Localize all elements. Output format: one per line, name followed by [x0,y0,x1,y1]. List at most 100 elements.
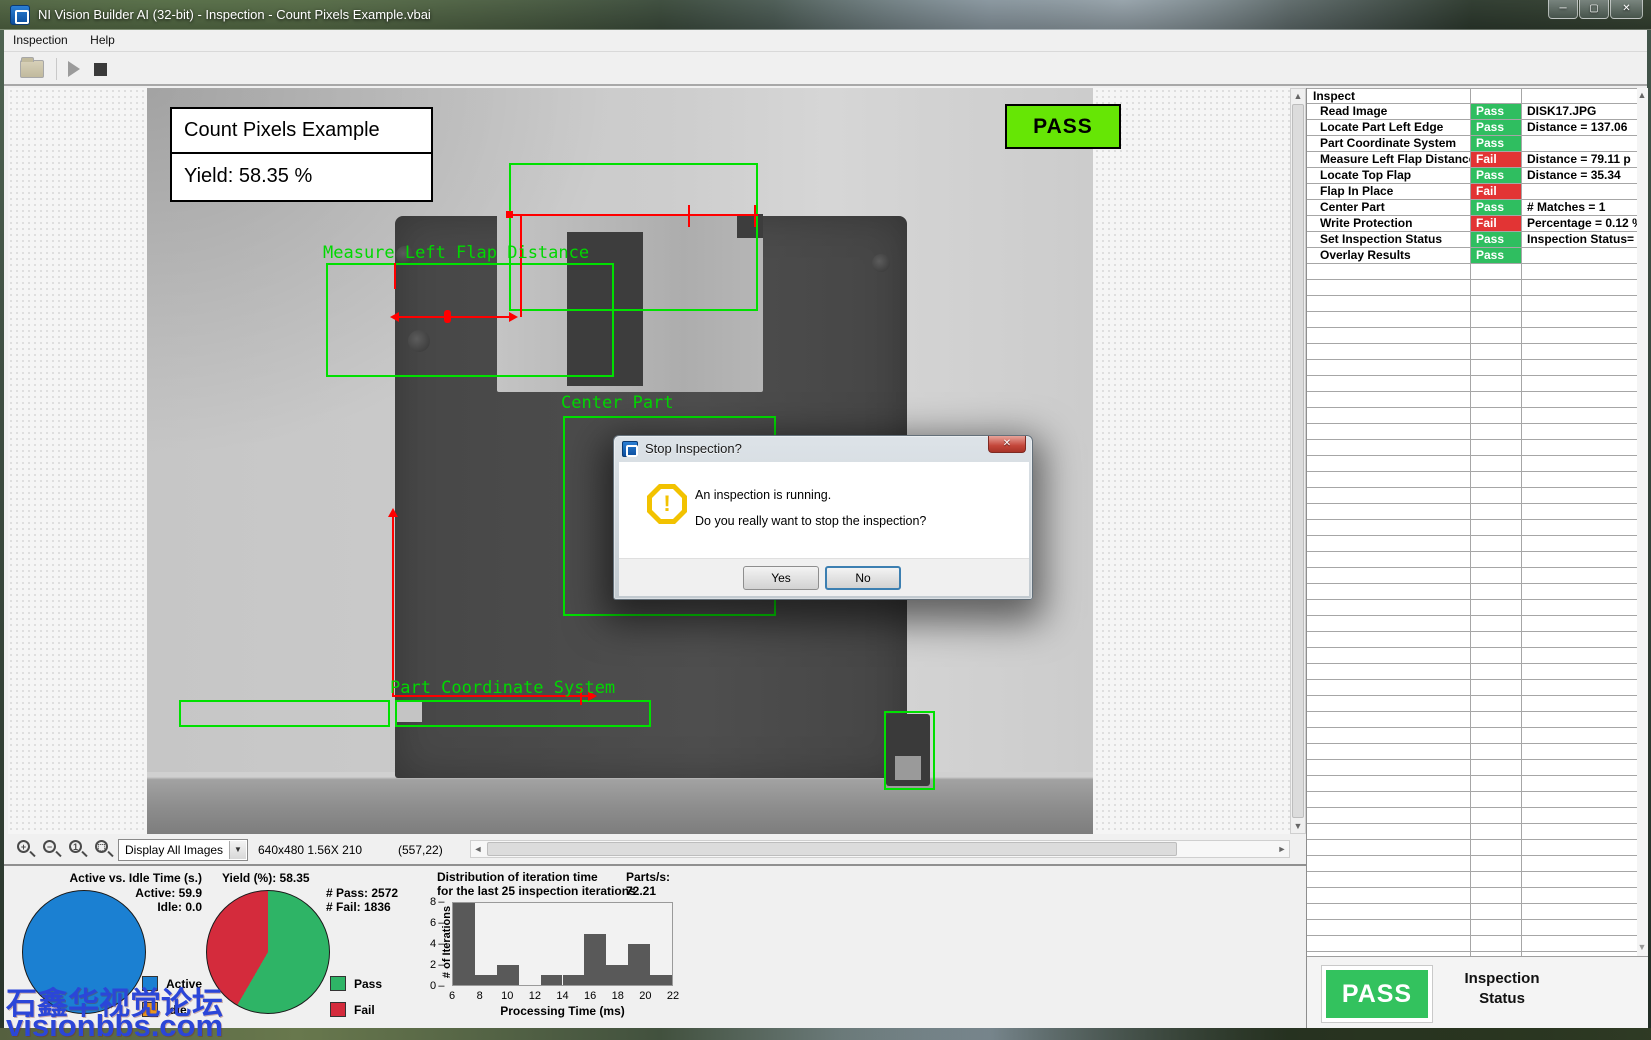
table-row[interactable]: Write ProtectionFailPercentage = 0.12 % [1307,216,1638,232]
zoom-out-button[interactable]: − [40,838,63,860]
display-mode-value: Display All Images [125,843,223,857]
status-badge: Fail [1471,152,1522,168]
legend-label-pass: Pass [354,977,382,991]
active-idle-title: Active vs. Idle Time (s.) [60,871,202,885]
histogram-bar [584,934,606,985]
y-tick-label: 4 – [430,938,444,950]
roi-write-protect [884,711,935,790]
table-row[interactable]: Center PartPass# Matches = 1 [1307,200,1638,216]
empty-table-row [1307,456,1638,472]
empty-table-row [1307,856,1638,872]
cursor-position: (557,22) [398,843,443,857]
scroll-left-icon[interactable]: ◄ [471,842,485,856]
menu-bar: Inspection Help [4,30,1647,52]
table-row[interactable]: Read ImagePassDISK17.JPG [1307,104,1638,120]
legend-label-fail: Fail [354,1003,375,1017]
step-name: Locate Part Left Edge [1307,120,1471,136]
histogram-title-line2: for the last 25 inspection iterations [437,884,636,898]
display-mode-dropdown[interactable]: Display All Images ▼ [118,839,248,861]
maximize-button[interactable]: ▢ [1579,0,1609,19]
table-row[interactable]: Set Inspection StatusPassInspection Stat… [1307,232,1638,248]
empty-table-row [1307,344,1638,360]
empty-table-row [1307,760,1638,776]
scrollbar-thumb[interactable] [1292,104,1304,818]
no-button[interactable]: No [825,566,901,590]
menu-help[interactable]: Help [81,30,124,47]
inspection-status-label: Inspection Status [1437,969,1567,1009]
step-result [1522,248,1638,264]
caliper-endpoint [506,211,513,218]
step-name: Overlay Results [1307,248,1471,264]
scroll-up-icon[interactable]: ▲ [1635,88,1649,102]
chevron-down-icon[interactable]: ▼ [229,841,246,859]
zoom-1to1-button[interactable]: 1 [66,838,89,860]
open-folder-icon[interactable] [20,60,44,78]
image-vertical-scrollbar[interactable]: ▲ ▼ [1290,88,1306,834]
inspect-table-scrollbar[interactable]: ▲ ▼ [1637,88,1648,956]
menu-inspection[interactable]: Inspection [4,30,77,47]
table-row[interactable]: Locate Part Left EdgePassDistance = 137.… [1307,120,1638,136]
empty-table-row [1307,392,1638,408]
roi-label-center: Center Part [561,393,674,413]
empty-table-row [1307,488,1638,504]
dialog-close-button[interactable]: ✕ [988,436,1026,453]
inspect-panel: Inspect Read ImagePassDISK17.JPGLocate P… [1306,88,1647,1028]
histogram-bar [497,965,519,986]
run-icon[interactable] [68,61,80,77]
scrollbar-thumb[interactable] [487,842,1177,856]
empty-table-row [1307,648,1638,664]
table-row[interactable]: Part Coordinate SystemPass [1307,136,1638,152]
overlay-title: Count Pixels Example [172,109,431,154]
dialog-body: ! An inspection is running. Do you reall… [619,462,1029,558]
empty-table-row [1307,376,1638,392]
histogram-bar [453,903,475,985]
step-result: Distance = 79.11 p [1522,152,1638,168]
empty-table-row [1307,312,1638,328]
scroll-down-icon[interactable]: ▼ [1635,940,1649,954]
warning-icon: ! [647,484,687,524]
step-result: Distance = 137.06 [1522,120,1638,136]
x-tick-label: 6 [442,990,462,1002]
empty-table-row [1307,904,1638,920]
step-name: Flap In Place [1307,184,1471,200]
scroll-right-icon[interactable]: ► [1275,842,1289,856]
table-row[interactable]: Flap In PlaceFail [1307,184,1638,200]
empty-table-row [1307,792,1638,808]
yield-title: Yield (%): 58.35 [222,871,310,885]
measure-distance-line [395,316,513,318]
x-tick-label: 16 [580,990,600,1002]
image-horizontal-scrollbar[interactable]: ◄ ► [470,840,1290,858]
scroll-up-icon[interactable]: ▲ [1291,89,1305,103]
table-row[interactable]: Overlay ResultsPass [1307,248,1638,264]
arrow-right-icon [509,312,518,322]
empty-table-row [1307,472,1638,488]
scroll-down-icon[interactable]: ▼ [1291,819,1305,833]
table-row[interactable]: Measure Left Flap DistanceFailDistance =… [1307,152,1638,168]
floppy-screw [872,254,890,272]
title-bar[interactable]: NI Vision Builder AI (32-bit) - Inspecti… [0,0,1651,30]
step-name: Center Part [1307,200,1471,216]
histogram-title-line1: Distribution of iteration time [437,870,598,884]
stop-inspection-dialog: Stop Inspection? ✕ ! An inspection is ru… [613,435,1033,600]
empty-table-row [1307,440,1638,456]
toolbar-separator [56,58,57,80]
x-tick-label: 18 [608,990,628,1002]
roi-label-measure: Measure Left Flap Distance [323,243,589,263]
empty-table-row [1307,600,1638,616]
pass-count: # Pass: 2572 [326,886,398,900]
zoom-in-button[interactable]: + [14,838,37,860]
zoom-fit-button[interactable]: ⬚ [92,838,115,860]
dialog-title-bar[interactable]: Stop Inspection? ✕ [614,436,1032,462]
edge-tick [394,263,396,289]
caliper-line-top [509,214,758,216]
yes-button[interactable]: Yes [743,566,819,590]
roi-bottom-left [179,700,390,727]
close-button[interactable]: ✕ [1610,0,1643,19]
stop-icon[interactable] [94,63,107,76]
histogram-x-axis-label: Processing Time (ms) [452,1004,673,1018]
coord-axis-y [392,516,394,697]
minimize-button[interactable]: ─ [1548,0,1578,19]
step-name: Part Coordinate System [1307,136,1471,152]
table-row[interactable]: Locate Top FlapPassDistance = 35.34 [1307,168,1638,184]
x-tick-label: 10 [497,990,517,1002]
